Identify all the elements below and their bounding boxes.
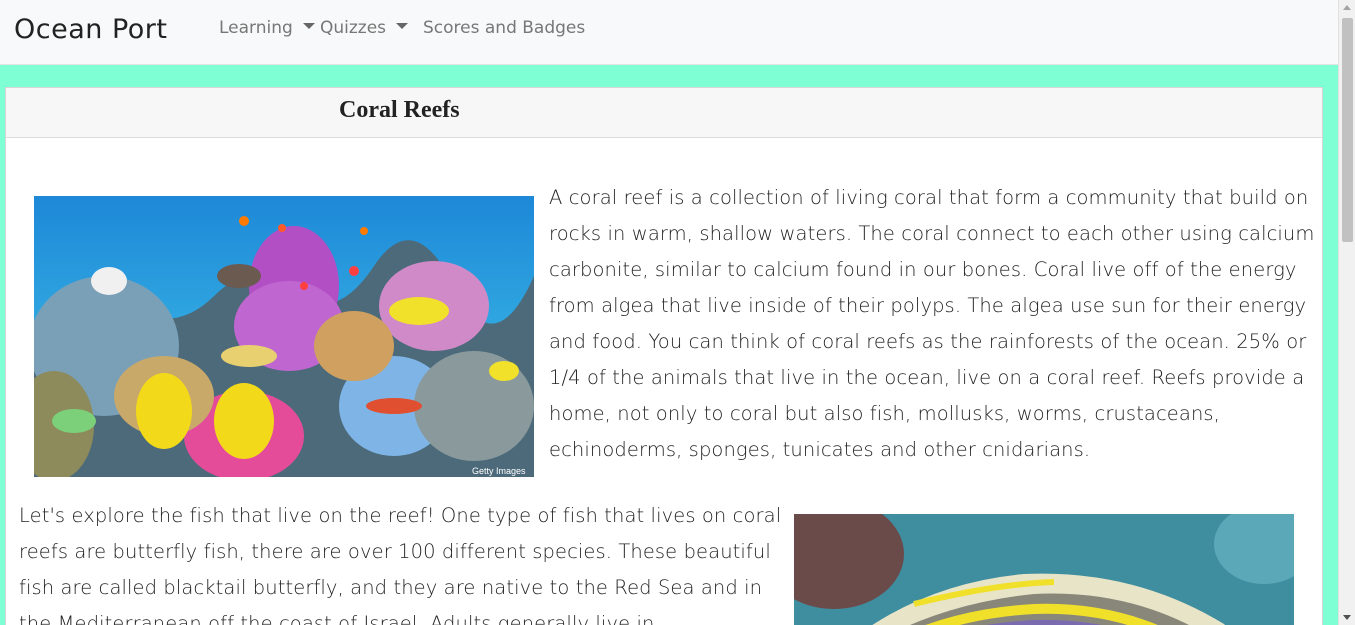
brand-logo[interactable]: Ocean Port (14, 14, 167, 45)
card-header: Coral Reefs (6, 88, 1322, 138)
caret-down-icon (302, 23, 315, 29)
butterfly-fish-image (794, 514, 1294, 625)
navbar: Ocean Port Learning Quizzes Scores and B… (0, 0, 1338, 65)
image-credit: Getty Images (472, 466, 526, 476)
caret-down-icon (396, 23, 409, 29)
butterfly-fish-paragraph: Let's explore the fish that live on the … (19, 504, 782, 625)
nav-learning-label: Learning (219, 18, 293, 38)
scroll-down-arrow-icon[interactable] (1343, 615, 1351, 620)
coral-reef-paragraph: A coral reef is a collection of living c… (549, 186, 1315, 461)
nav-scores-label: Scores and Badges (423, 18, 586, 38)
nav-quizzes-label: Quizzes (320, 18, 387, 38)
nav-scores-badges-link[interactable]: Scores and Badges (423, 18, 585, 38)
content-card: Coral Reefs Getty Images A coral reef is… (5, 87, 1323, 625)
vertical-scrollbar[interactable] (1338, 0, 1355, 625)
page-title: Coral Reefs (339, 97, 460, 123)
scroll-up-arrow-icon[interactable] (1343, 5, 1351, 10)
nav-quizzes-dropdown[interactable]: Quizzes (320, 18, 409, 38)
scrollbar-thumb[interactable] (1342, 18, 1353, 242)
coral-reef-image: Getty Images (34, 196, 534, 477)
nav-learning-dropdown[interactable]: Learning (219, 18, 315, 38)
